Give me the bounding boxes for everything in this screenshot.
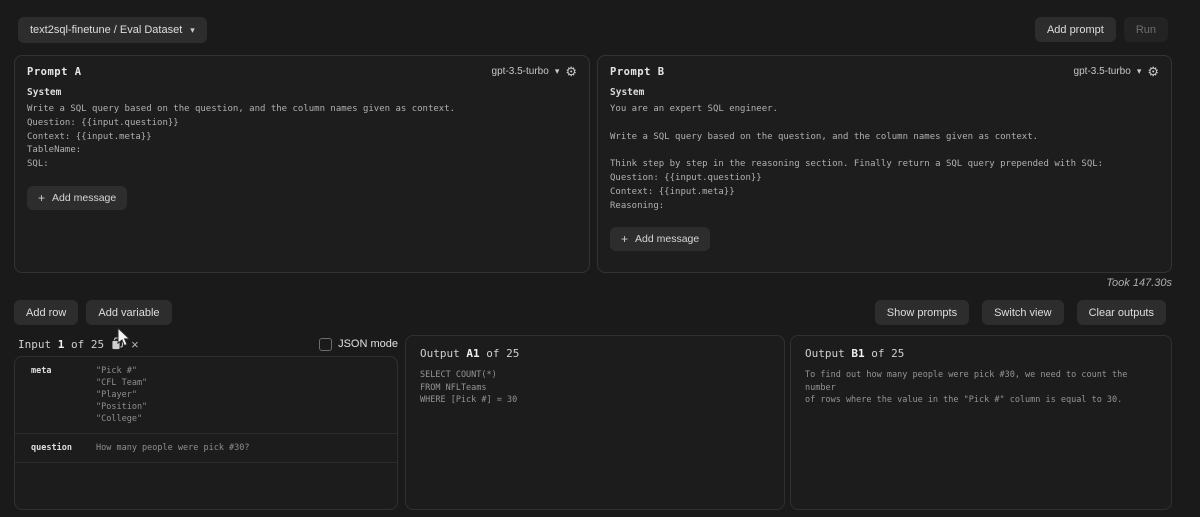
prompt-a-panel: Prompt A gpt-3.5-turbo ▾ ⚙ System Write …	[14, 55, 590, 273]
prompt-a-body[interactable]: Write a SQL query based on the question,…	[27, 103, 577, 172]
switch-view-button[interactable]: Switch view	[982, 300, 1063, 325]
plus-icon: +	[38, 192, 45, 204]
add-variable-button[interactable]: Add variable	[86, 300, 171, 325]
input-counter-label: Input 1 of 25	[18, 338, 104, 351]
add-message-label: Add message	[635, 233, 699, 245]
input-key: meta	[31, 365, 96, 425]
output-b-header: Output B1 of 25	[805, 347, 1157, 360]
prompt-b-body[interactable]: You are an expert SQL engineer. Write a …	[610, 103, 1159, 213]
output-a-panel: Output A1 of 25 SELECT COUNT(*) FROM NFL…	[405, 335, 785, 510]
json-mode-label: JSON mode	[338, 338, 398, 350]
run-button[interactable]: Run	[1124, 17, 1168, 42]
output-a-header: Output A1 of 25	[420, 347, 770, 360]
input-row-question: question How many people were pick #30?	[15, 434, 397, 463]
prompt-a-model-selector[interactable]: gpt-3.5-turbo ▾ ⚙	[492, 65, 577, 78]
input-header: Input 1 of 25 ×	[18, 336, 139, 352]
prompt-b-model-label: gpt-3.5-turbo	[1074, 66, 1131, 77]
output-b-text: To find out how many people were pick #3…	[805, 369, 1157, 407]
dataset-selector-label: text2sql-finetune / Eval Dataset	[30, 24, 182, 36]
prompt-b-panel: Prompt B gpt-3.5-turbo ▾ ⚙ System You ar…	[597, 55, 1172, 273]
chevron-down-icon: ▾	[190, 26, 195, 35]
json-mode-toggle: JSON mode	[319, 336, 398, 352]
output-a-text: SELECT COUNT(*) FROM NFLTeams WHERE [Pic…	[420, 369, 770, 407]
input-value[interactable]: "Pick #" "CFL Team" "Player" "Position" …	[96, 365, 387, 425]
dataset-selector[interactable]: text2sql-finetune / Eval Dataset ▾	[18, 17, 207, 43]
show-prompts-button[interactable]: Show prompts	[875, 300, 969, 325]
prompt-b-role-label: System	[610, 87, 1159, 98]
clear-outputs-button[interactable]: Clear outputs	[1077, 300, 1166, 325]
add-prompt-button[interactable]: Add prompt	[1035, 17, 1116, 42]
prompt-b-title: Prompt B	[610, 66, 665, 78]
plus-icon: +	[621, 233, 628, 245]
add-row-button[interactable]: Add row	[14, 300, 78, 325]
prompt-a-add-message-button[interactable]: + Add message	[27, 186, 127, 210]
chevron-down-icon: ▾	[555, 67, 560, 76]
prompt-a-header: Prompt A gpt-3.5-turbo ▾ ⚙	[15, 56, 589, 78]
duplicate-row-icon[interactable]	[111, 337, 124, 351]
row-actions: Add row Add variable	[14, 300, 172, 325]
app: { "topbar": { "dataset_label": "text2sql…	[0, 0, 1200, 517]
prompt-b-header: Prompt B gpt-3.5-turbo ▾ ⚙	[598, 56, 1171, 78]
run-duration-label: Took 147.30s	[1106, 277, 1172, 289]
prompt-b-add-message-button[interactable]: + Add message	[610, 227, 710, 251]
settings-gear-icon[interactable]: ⚙	[1147, 65, 1159, 78]
input-value[interactable]: How many people were pick #30?	[96, 442, 387, 454]
prompt-a-role-label: System	[27, 87, 577, 98]
prompt-a-model-label: gpt-3.5-turbo	[492, 66, 549, 77]
input-row-meta: meta "Pick #" "CFL Team" "Player" "Posit…	[15, 357, 397, 434]
prompt-a-title: Prompt A	[27, 66, 82, 78]
delete-row-icon[interactable]: ×	[131, 338, 139, 351]
prompt-b-model-selector[interactable]: gpt-3.5-turbo ▾ ⚙	[1074, 65, 1159, 78]
add-message-label: Add message	[52, 192, 116, 204]
input-panel: meta "Pick #" "CFL Team" "Player" "Posit…	[14, 356, 398, 510]
json-mode-checkbox[interactable]	[319, 338, 332, 351]
input-key: question	[31, 442, 96, 454]
chevron-down-icon: ▾	[1137, 67, 1142, 76]
settings-gear-icon[interactable]: ⚙	[565, 65, 577, 78]
top-actions: Add prompt Run	[1035, 17, 1168, 42]
output-b-panel: Output B1 of 25 To find out how many peo…	[790, 335, 1172, 510]
output-actions: Show prompts Switch view Clear outputs	[875, 300, 1166, 325]
